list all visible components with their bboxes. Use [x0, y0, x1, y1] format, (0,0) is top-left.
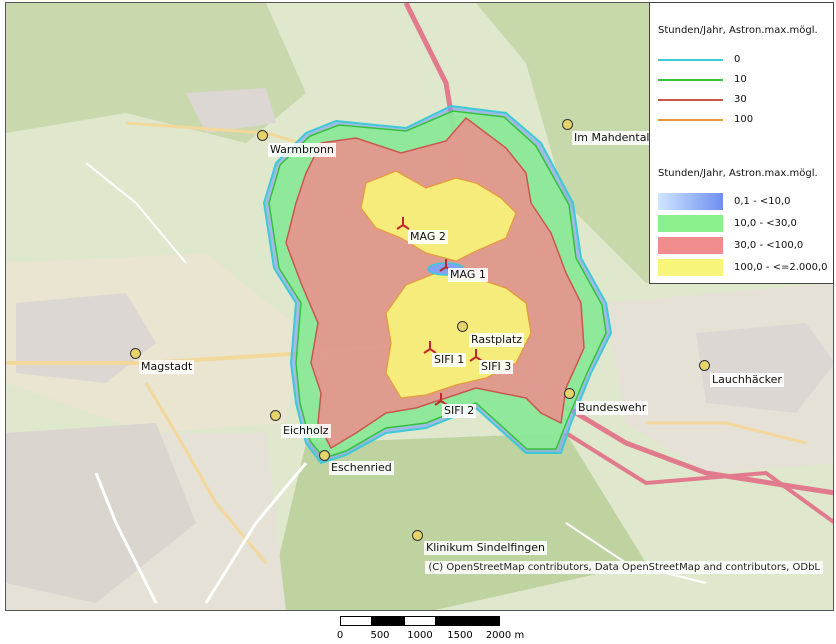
place-label-magstadt: Magstadt [139, 360, 195, 374]
legend-line-label: 0 [734, 54, 741, 65]
marker-eichholz[interactable] [270, 410, 281, 421]
place-label-eichholz: Eichholz [281, 424, 331, 438]
legend-fill-label: 0,1 - <10,0 [734, 196, 791, 207]
scale-segment [404, 616, 436, 626]
turbine-label-mag1: MAG 1 [448, 268, 488, 282]
marker-eschenried[interactable] [319, 450, 330, 461]
place-label-bundeswehr: Bundeswehr [576, 401, 649, 415]
legend-title-fills: Stunden/Jahr, Astron.max.mögl. [658, 168, 818, 179]
marker-warmbronn[interactable] [257, 130, 268, 141]
legend-fill-swatch [658, 237, 723, 254]
turbine-label-sifi1: SIFI 1 [432, 353, 467, 367]
legend-line-row: 10 [658, 73, 828, 87]
legend-line-row: 30 [658, 93, 828, 107]
legend-line-swatch [658, 59, 723, 61]
place-label-rastplatz: Rastplatz [469, 333, 525, 347]
legend-line-swatch [658, 99, 723, 101]
legend-fill-row: 10,0 - <30,0 [658, 215, 828, 232]
legend-fill-label: 30,0 - <100,0 [734, 240, 804, 251]
legend-line-swatch [658, 79, 723, 81]
turbine-label-mag2: MAG 2 [408, 230, 448, 244]
turbine-label-sifi2: SIFI 2 [442, 404, 477, 418]
scale-tick: 2000 m [485, 630, 525, 641]
legend-title-lines: Stunden/Jahr, Astron.max.mögl. [658, 25, 818, 36]
legend-line-label: 30 [734, 94, 747, 105]
scale-tick: 500 [370, 630, 390, 641]
marker-rastplatz[interactable] [457, 321, 468, 332]
place-label-klinikum: Klinikum Sindelfingen [424, 541, 548, 555]
map-legend: Stunden/Jahr, Astron.max.mögl. 0 10 30 1… [649, 2, 834, 284]
scale-segment [340, 616, 372, 626]
scale-segment [372, 616, 404, 626]
legend-fill-row: 30,0 - <100,0 [658, 237, 828, 254]
scale-segment [436, 616, 500, 626]
marker-lauchhaecker[interactable] [699, 360, 710, 371]
turbine-label-sifi3: SIFI 3 [479, 360, 514, 374]
marker-klinikum[interactable] [412, 530, 423, 541]
place-label-im-mahdental: Im Mahdental [572, 131, 652, 145]
place-label-lauchhaecker: Lauchhäcker [710, 373, 784, 387]
place-label-warmbronn: Warmbronn [268, 143, 336, 157]
legend-line-label: 10 [734, 74, 747, 85]
scale-tick: 1000 [407, 630, 433, 641]
legend-line-label: 100 [734, 114, 754, 125]
legend-fill-swatch [658, 259, 723, 276]
legend-fill-row: 100,0 - <=2.000,0 [658, 259, 828, 276]
legend-fill-label: 10,0 - <30,0 [734, 218, 797, 229]
scale-tick: 0 [336, 630, 344, 641]
marker-magstadt[interactable] [130, 348, 141, 359]
legend-fill-row: 0,1 - <10,0 [658, 193, 828, 210]
place-label-eschenried: Eschenried [329, 461, 394, 475]
scale-tick: 1500 [447, 630, 473, 641]
legend-line-row: 0 [658, 53, 828, 67]
scale-bar: 0 500 1000 1500 2000 m [0, 612, 836, 644]
legend-line-swatch [658, 119, 723, 121]
marker-im-mahdental[interactable] [562, 119, 573, 130]
map-copyright: (C) OpenStreetMap contributors, Data Ope… [425, 561, 823, 574]
legend-fill-swatch [658, 215, 723, 232]
legend-fill-label: 100,0 - <=2.000,0 [734, 262, 828, 273]
marker-bundeswehr[interactable] [564, 388, 575, 399]
legend-fill-swatch [658, 193, 723, 210]
legend-line-row: 100 [658, 113, 828, 127]
